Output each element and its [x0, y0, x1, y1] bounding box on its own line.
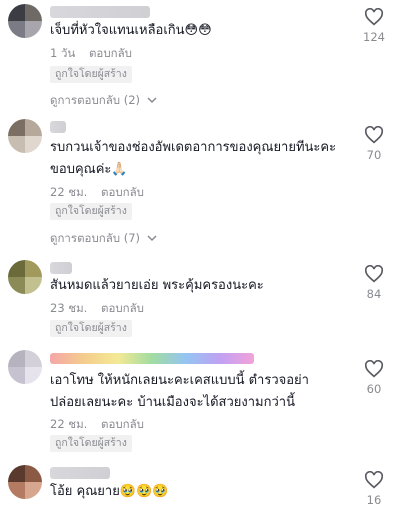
comment-text: เจ็บที่หัวใจแทนเหลือเกิน😳😳 [50, 23, 212, 38]
comment-text: สันหมดแล้วยายเอ่ย พระคุ้มครองนะคะ [50, 278, 264, 293]
comment-time: 23 ชม. [50, 301, 88, 315]
chevron-down-icon [147, 97, 157, 104]
comment-meta: 22 ชม. ตอบกลับ [50, 184, 144, 202]
heart-outline-icon [364, 126, 384, 144]
like-count: 70 [366, 148, 382, 162]
view-replies-button[interactable]: ดูการตอบกลับ (2) [50, 92, 157, 110]
username-redacted[interactable] [50, 467, 110, 479]
avatar[interactable] [8, 350, 42, 384]
comment-item: เจ็บที่หัวใจแทนเหลือเกิน😳😳 1 วัน ตอบกลับ… [0, 0, 401, 120]
comment-time: 1 วัน [50, 46, 76, 60]
view-replies-button[interactable]: ดูการตอบกลับ (7) [50, 230, 157, 248]
like-count: 16 [366, 493, 382, 507]
heart-outline-icon [364, 360, 384, 378]
chevron-down-icon [147, 235, 157, 242]
comment-text: เอาโทษ ให้หนักเลยนะคะเคสแบบนี้ ตำรวจอย่า… [50, 373, 309, 410]
heart-outline-icon [364, 265, 384, 283]
liked-by-creator-badge: ถูกใจโดยผู้สร้าง [50, 435, 132, 452]
comment-item: เอาโทษ ให้หนักเลยนะคะเคสแบบนี้ ตำรวจอย่า… [0, 348, 401, 458]
liked-by-creator-badge: ถูกใจโดยผู้สร้าง [50, 203, 132, 220]
avatar[interactable] [8, 119, 42, 153]
avatar[interactable] [8, 4, 42, 38]
comment-time: 22 ชม. [50, 417, 88, 431]
username-redacted[interactable] [50, 121, 66, 133]
reply-button[interactable]: ตอบกลับ [101, 417, 144, 431]
heart-outline-icon [364, 8, 384, 26]
like-button[interactable]: 84 [359, 265, 389, 301]
comment-meta: 22 ชม. ตอบกลับ [50, 416, 144, 434]
reply-button[interactable]: ตอบกลับ [89, 46, 132, 60]
like-button[interactable]: 16 [359, 471, 389, 507]
comment-meta: 23 ชม. ตอบกลับ [50, 300, 144, 318]
like-count: 84 [366, 287, 382, 301]
avatar[interactable] [8, 260, 42, 294]
reply-button[interactable]: ตอบกลับ [101, 185, 144, 199]
heart-outline-icon [364, 471, 384, 489]
comment-text: รบกวนเจ้าของช่องอัพเดตอาการของคุณยายทีนะ… [50, 140, 337, 177]
like-count: 60 [366, 382, 382, 396]
comment-item: โอ้ย คุณยาย🥹🥹🥹 16 [0, 463, 401, 507]
comment-item: รบกวนเจ้าของช่องอัพเดตอาการของคุณยายทีนะ… [0, 117, 401, 257]
comment-meta: 1 วัน ตอบกลับ [50, 45, 132, 63]
avatar[interactable] [8, 465, 42, 499]
comment-text: โอ้ย คุณยาย🥹🥹🥹 [50, 484, 169, 499]
username-redacted[interactable] [50, 262, 72, 274]
like-button[interactable]: 124 [359, 8, 389, 44]
username-redacted[interactable] [50, 6, 150, 18]
like-count: 124 [363, 30, 385, 44]
liked-by-creator-badge: ถูกใจโดยผู้สร้าง [50, 66, 132, 83]
comment-time: 22 ชม. [50, 185, 88, 199]
comment-item: สันหมดแล้วยายเอ่ย พระคุ้มครองนะคะ 23 ชม.… [0, 257, 401, 345]
like-button[interactable]: 60 [359, 360, 389, 396]
reply-button[interactable]: ตอบกลับ [101, 301, 144, 315]
username-redacted[interactable] [50, 353, 254, 364]
liked-by-creator-badge: ถูกใจโดยผู้สร้าง [50, 320, 132, 337]
like-button[interactable]: 70 [359, 126, 389, 162]
